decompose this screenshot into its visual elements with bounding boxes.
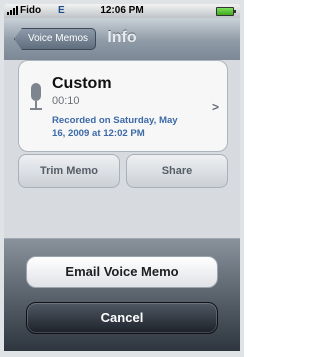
status-time: 12:06 PM bbox=[100, 5, 144, 16]
cancel-button[interactable]: Cancel bbox=[26, 302, 218, 334]
action-sheet: Email Voice Memo Cancel bbox=[4, 238, 240, 351]
email-voice-memo-button[interactable]: Email Voice Memo bbox=[26, 256, 218, 288]
status-bar: Fido E 12:06 PM bbox=[4, 4, 240, 18]
memo-info-card[interactable]: Custom 00:10 Recorded on Saturday, May 1… bbox=[18, 60, 228, 152]
chevron-right-icon: > bbox=[211, 100, 219, 114]
share-button[interactable]: Share bbox=[126, 154, 228, 188]
battery-icon bbox=[216, 7, 236, 16]
trim-memo-button[interactable]: Trim Memo bbox=[18, 154, 120, 188]
memo-duration: 00:10 bbox=[52, 95, 80, 107]
page-title: Info bbox=[107, 29, 137, 46]
memo-recorded-date: Recorded on Saturday, May 16, 2009 at 12… bbox=[52, 115, 178, 139]
memo-name: Custom bbox=[52, 75, 112, 92]
phone-screen: Fido E 12:06 PM Voice Memos Info Custom … bbox=[0, 0, 244, 357]
microphone-icon bbox=[29, 83, 43, 111]
nav-bar: Voice Memos Info bbox=[4, 18, 240, 61]
